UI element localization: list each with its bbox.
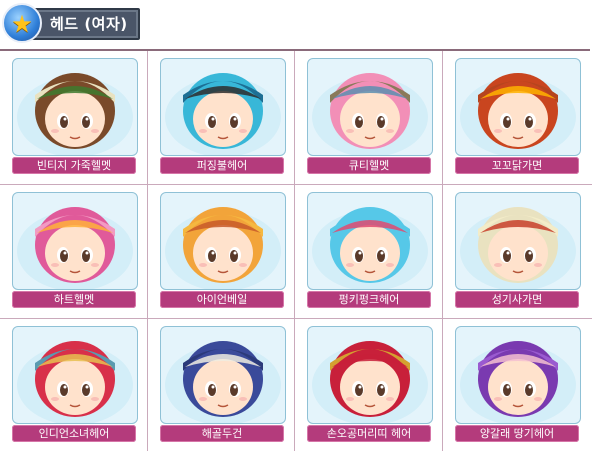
sun-wukong-headband-hair-icon	[312, 341, 428, 423]
item-card[interactable]: 퍼징불헤어	[148, 51, 296, 185]
item-label[interactable]: 손오공머리띠 헤어	[307, 425, 431, 442]
item-card[interactable]: 아이언베일	[148, 185, 296, 319]
vintage-leather-helmet-icon	[17, 73, 133, 155]
item-label[interactable]: 아이언베일	[160, 291, 284, 308]
cutie-helmet-icon	[312, 73, 428, 155]
item-label[interactable]: 성기사가면	[455, 291, 579, 308]
item-card[interactable]: 펑키펑크헤어	[295, 185, 443, 319]
skull-bandana-icon	[165, 341, 281, 423]
item-card[interactable]: 성기사가면	[443, 185, 591, 319]
item-label[interactable]: 퍼징불헤어	[160, 157, 284, 174]
paladin-mask-icon	[460, 207, 576, 289]
item-label[interactable]: 인디언소녀헤어	[12, 425, 136, 442]
item-grid: 빈티지 가죽헬멧 퍼징불헤어 큐티헬멧 꼬꼬닭가면하트헬멧 아이언베일 펑키펑크헤어 성기사…	[0, 51, 592, 451]
twin-braid-hair-icon	[460, 341, 576, 423]
item-label[interactable]: 꼬꼬닭가면	[455, 157, 579, 174]
item-thumbnail[interactable]	[160, 326, 286, 424]
item-thumbnail[interactable]	[160, 58, 286, 156]
section-header: ★ 헤드 (여자)	[2, 3, 140, 43]
item-card[interactable]: 인디언소녀헤어	[0, 319, 148, 453]
item-card[interactable]: 해골두건	[148, 319, 296, 453]
item-card[interactable]: 꼬꼬닭가면	[443, 51, 591, 185]
item-thumbnail[interactable]	[455, 58, 581, 156]
grid-row-divider	[0, 184, 592, 185]
item-label[interactable]: 해골두건	[160, 425, 284, 442]
item-thumbnail[interactable]	[307, 326, 433, 424]
item-card[interactable]: 큐티헬멧	[295, 51, 443, 185]
iron-veil-icon	[165, 207, 281, 289]
grid-column-divider	[147, 51, 148, 451]
item-thumbnail[interactable]	[307, 192, 433, 290]
indian-girl-hair-icon	[17, 341, 133, 423]
heart-helmet-icon	[17, 207, 133, 289]
item-label[interactable]: 빈티지 가죽헬멧	[12, 157, 136, 174]
item-thumbnail[interactable]	[160, 192, 286, 290]
item-card[interactable]: 양갈래 땅기헤어	[443, 319, 591, 453]
section-title: 헤드 (여자)	[50, 15, 128, 33]
item-label[interactable]: 펑키펑크헤어	[307, 291, 431, 308]
chicken-mask-icon	[460, 73, 576, 155]
item-label[interactable]: 양갈래 땅기헤어	[455, 425, 579, 442]
item-card[interactable]: 빈티지 가죽헬멧	[0, 51, 148, 185]
grid-row-divider	[0, 318, 592, 319]
grid-column-divider	[442, 51, 443, 451]
item-label[interactable]: 큐티헬멧	[307, 157, 431, 174]
item-thumbnail[interactable]	[455, 326, 581, 424]
item-card[interactable]: 하트헬멧	[0, 185, 148, 319]
item-thumbnail[interactable]	[307, 58, 433, 156]
fuzzing-hair-icon	[165, 73, 281, 155]
star-icon: ★	[2, 3, 42, 43]
funky-punk-hair-icon	[312, 207, 428, 289]
grid-column-divider	[294, 51, 295, 451]
item-card[interactable]: 손오공머리띠 헤어	[295, 319, 443, 453]
item-label[interactable]: 하트헬멧	[12, 291, 136, 308]
item-thumbnail[interactable]	[12, 192, 138, 290]
item-thumbnail[interactable]	[12, 58, 138, 156]
item-thumbnail[interactable]	[12, 326, 138, 424]
item-thumbnail[interactable]	[455, 192, 581, 290]
